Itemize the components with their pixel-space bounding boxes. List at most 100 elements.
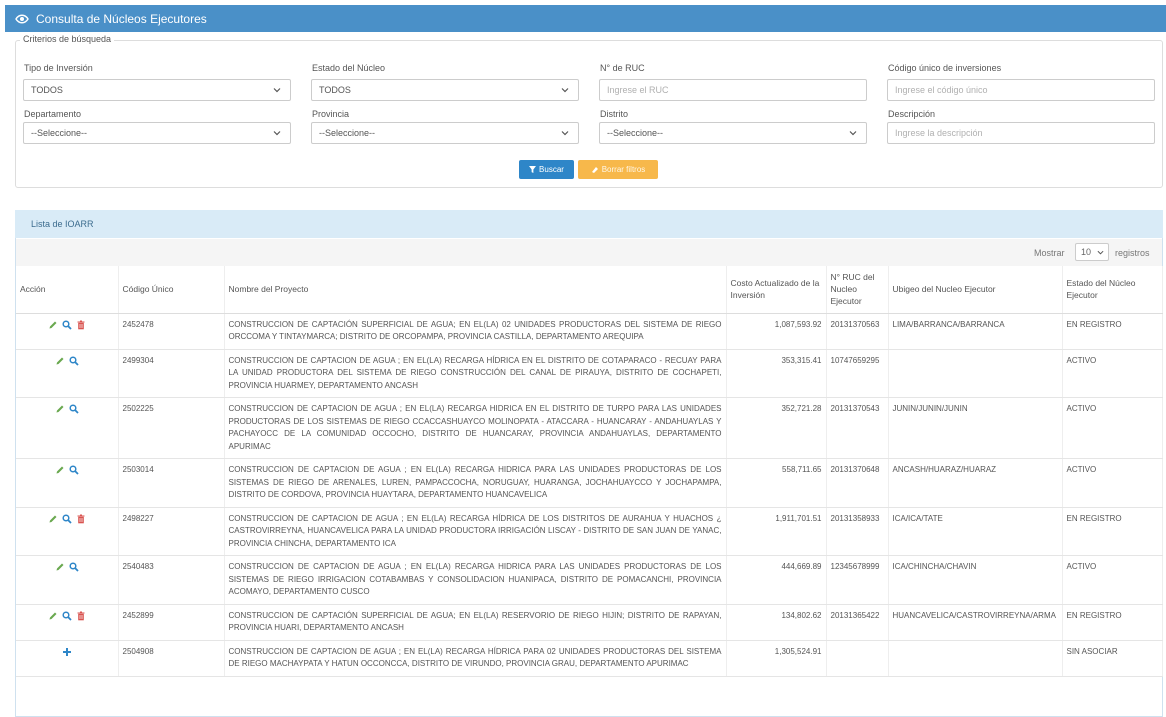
departamento-select[interactable]: --Seleccione--	[23, 122, 291, 144]
cell-nombre: CONSTRUCCION DE CAPTACION DE AGUA ; EN E…	[224, 458, 727, 508]
tipo-inversion-label: Tipo de Inversión	[24, 63, 93, 73]
edit-pencil-icon[interactable]	[55, 465, 65, 480]
edit-pencil-icon[interactable]	[55, 404, 65, 419]
edit-pencil-icon[interactable]	[48, 320, 58, 335]
cell-ruc: 20131358933	[826, 507, 889, 556]
tipo-inversion-value: TODOS	[31, 85, 63, 95]
chevron-down-icon	[849, 131, 857, 136]
cell-actions	[16, 604, 119, 641]
table-row: 2499304 CONSTRUCCION DE CAPTACION DE AGUA…	[16, 349, 1163, 398]
cell-codigo: 2452899	[118, 604, 225, 641]
cell-actions	[16, 640, 119, 677]
cell-actions	[16, 313, 119, 350]
col-codigo: Código Único	[118, 266, 225, 314]
cell-estado: EN REGISTRO	[1062, 507, 1163, 556]
chevron-down-icon	[273, 88, 281, 93]
table-row: 2452899 CONSTRUCCION DE CAPTACIÓN SUPERFI…	[16, 604, 1163, 641]
chevron-down-icon	[561, 131, 569, 136]
borrar-filtros-button[interactable]: Borrar filtros	[578, 160, 658, 179]
registros-label: registros	[1115, 248, 1150, 258]
col-nombre: Nombre del Proyecto	[224, 266, 727, 314]
col-costo: Costo Actualizado de la Inversión	[726, 266, 827, 314]
cell-nombre: CONSTRUCCION DE CAPTACION DE AGUA ; EN E…	[224, 507, 727, 556]
table-header-row: Acción Código Único Nombre del Proyecto …	[16, 266, 1163, 314]
estado-nucleo-select[interactable]: TODOS	[311, 79, 579, 101]
mostrar-label: Mostrar	[1034, 248, 1065, 258]
buscar-button[interactable]: Buscar	[519, 160, 574, 179]
results-toolbar	[16, 239, 1162, 266]
col-ruc: N° RUC del Nucleo Ejecutor	[826, 266, 889, 314]
edit-pencil-icon[interactable]	[55, 356, 65, 371]
cell-codigo: 2452478	[118, 313, 225, 350]
cell-ubigeo: LIMA/BARRANCA/BARRANCA	[888, 313, 1063, 350]
page-header: Consulta de Núcleos Ejecutores	[5, 5, 1166, 32]
page-title: Consulta de Núcleos Ejecutores	[36, 11, 207, 26]
search-icon[interactable]	[62, 319, 72, 335]
cell-ruc: 20131365422	[826, 604, 889, 641]
table-row: 2452478 CONSTRUCCION DE CAPTACIÓN SUPERFI…	[16, 313, 1163, 350]
cell-ubigeo: JUNIN/JUNIN/JUNIN	[888, 397, 1063, 459]
estado-nucleo-label: Estado del Núcleo	[312, 63, 386, 73]
edit-pencil-icon[interactable]	[48, 611, 58, 626]
cell-actions	[16, 349, 119, 398]
distrito-value: --Seleccione--	[607, 128, 664, 138]
search-icon[interactable]	[69, 465, 79, 480]
page-size-value: 10	[1081, 247, 1092, 257]
cell-estado: EN REGISTRO	[1062, 313, 1163, 350]
tipo-inversion-select[interactable]: TODOS	[23, 79, 291, 101]
plus-icon[interactable]	[62, 647, 72, 662]
cell-ubigeo	[888, 640, 1063, 677]
borrar-filtros-label: Borrar filtros	[601, 165, 646, 174]
cell-codigo: 2502225	[118, 397, 225, 459]
chevron-down-icon	[273, 131, 281, 136]
col-ubigeo: Ubigeo del Nucleo Ejecutor	[888, 266, 1063, 314]
edit-pencil-icon[interactable]	[55, 562, 65, 577]
edit-pencil-icon[interactable]	[48, 514, 58, 529]
cell-costo: 134,802.62	[726, 604, 827, 641]
search-icon[interactable]	[69, 355, 79, 371]
cell-ubigeo: ANCASH/HUARAZ/HUARAZ	[888, 458, 1063, 508]
cell-nombre: CONSTRUCCION DE CAPTACION DE AGUA ; EN E…	[224, 640, 727, 677]
cell-codigo: 2498227	[118, 507, 225, 556]
ruc-label: N° de RUC	[600, 63, 645, 73]
departamento-value: --Seleccione--	[31, 128, 88, 138]
search-icon[interactable]	[69, 562, 79, 577]
distrito-label: Distrito	[600, 109, 629, 119]
search-icon[interactable]	[62, 513, 72, 529]
trash-icon[interactable]	[76, 320, 86, 335]
ruc-input[interactable]: Ingrese el RUC	[599, 79, 867, 101]
cell-actions	[16, 507, 119, 556]
col-estado: Estado del Núcleo Ejecutor	[1062, 266, 1163, 314]
trash-icon[interactable]	[76, 611, 86, 626]
cell-ruc: 12345678999	[826, 555, 889, 605]
cell-costo: 353,315.41	[726, 349, 827, 398]
search-icon[interactable]	[62, 610, 72, 626]
cell-ruc: 20131370543	[826, 397, 889, 459]
eraser-icon	[591, 166, 598, 173]
col-accion: Acción	[16, 266, 119, 314]
estado-nucleo-value: TODOS	[319, 85, 351, 95]
codigo-input[interactable]: Ingrese el código único	[887, 79, 1155, 101]
cell-ubigeo	[888, 349, 1063, 398]
departamento-label: Departamento	[24, 109, 82, 119]
trash-icon[interactable]	[76, 514, 86, 529]
provincia-select[interactable]: --Seleccione--	[311, 122, 579, 144]
page-size-select[interactable]: 10	[1075, 243, 1109, 261]
cell-nombre: CONSTRUCCION DE CAPTACION DE AGUA ; EN E…	[224, 349, 727, 398]
cell-estado: ACTIVO	[1062, 555, 1163, 605]
cell-actions	[16, 458, 119, 508]
distrito-select[interactable]: --Seleccione--	[599, 122, 867, 144]
cell-estado: ACTIVO	[1062, 458, 1163, 508]
cell-ruc: 20131370563	[826, 313, 889, 350]
table-row: 2504908 CONSTRUCCION DE CAPTACION DE AGUA…	[16, 640, 1163, 677]
search-icon[interactable]	[69, 404, 79, 419]
cell-codigo: 2503014	[118, 458, 225, 508]
results-table: Acción Código Único Nombre del Proyecto …	[16, 266, 1163, 677]
descripcion-input[interactable]: Ingrese la descripción	[887, 122, 1155, 144]
codigo-label: Código único de inversiones	[888, 63, 1002, 73]
buscar-label: Buscar	[539, 165, 564, 174]
cell-estado: EN REGISTRO	[1062, 604, 1163, 641]
cell-costo: 1,087,593.92	[726, 313, 827, 350]
cell-ubigeo: ICA/ICA/TATE	[888, 507, 1063, 556]
cell-nombre: CONSTRUCCION DE CAPTACIÓN SUPERFICIAL DE…	[224, 313, 727, 350]
